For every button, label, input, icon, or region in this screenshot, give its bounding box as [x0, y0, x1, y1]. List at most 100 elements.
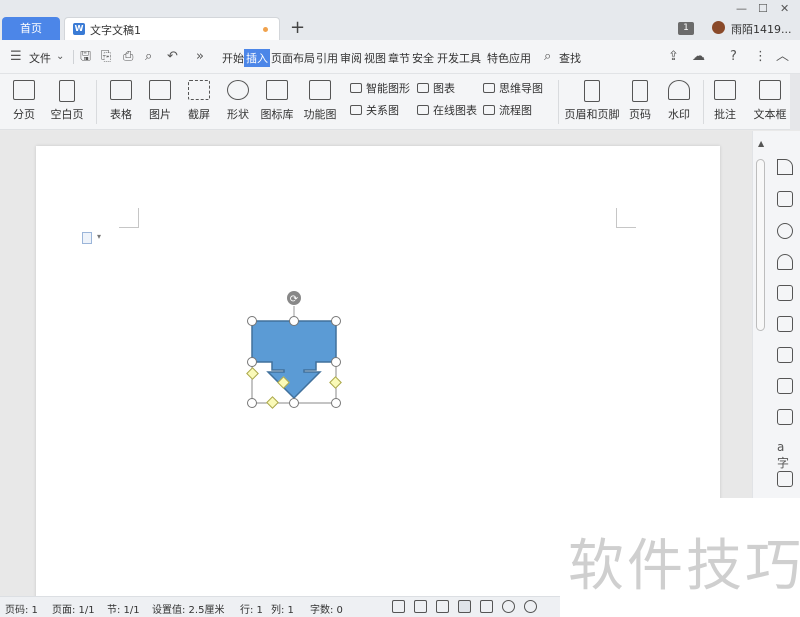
resize-handle-top-left[interactable]: [247, 316, 257, 326]
window-count-badge[interactable]: 1: [678, 22, 694, 35]
search-label[interactable]: 查找: [559, 50, 581, 66]
menu-chapter[interactable]: 章节: [388, 50, 410, 66]
avatar: [712, 21, 725, 34]
outline-view-icon[interactable]: [480, 600, 493, 613]
resize-handle-bottom[interactable]: [289, 398, 299, 408]
shapes-icon[interactable]: [777, 223, 793, 239]
textbox-icon: [759, 80, 781, 100]
menu-file[interactable]: 文件: [29, 50, 51, 66]
search-icon[interactable]: ⌕: [544, 49, 551, 65]
menu-security[interactable]: 安全: [412, 50, 434, 66]
down-arrow-callout[interactable]: [251, 320, 337, 400]
collapse-ribbon-icon[interactable]: ︿: [776, 49, 789, 65]
blank-page-button[interactable]: 空白页: [45, 78, 89, 126]
resize-handle-top[interactable]: [289, 316, 299, 326]
margin-corner-top-left: [119, 208, 139, 228]
resize-handle-right[interactable]: [331, 357, 341, 367]
margin-corner-top-right: [616, 208, 636, 228]
comment-button[interactable]: 批注: [703, 78, 747, 126]
resize-handle-left[interactable]: [247, 357, 257, 367]
paste-options-icon[interactable]: [82, 232, 92, 244]
status-word-count: 字数: 0: [310, 605, 343, 616]
menu-review[interactable]: 审阅: [340, 50, 362, 66]
share-icon[interactable]: ⇪: [668, 49, 679, 65]
translate-icon[interactable]: a字: [777, 440, 793, 470]
menu-developer[interactable]: 开发工具: [437, 50, 481, 66]
menu-references[interactable]: 引用: [316, 50, 338, 66]
print-icon[interactable]: ⎙: [123, 49, 133, 65]
function-chart-icon: [309, 80, 331, 100]
maximize-icon[interactable]: ☐: [758, 2, 768, 15]
fill-icon[interactable]: [777, 254, 793, 270]
picture-icon: [149, 80, 171, 100]
settings-sliders-icon[interactable]: [777, 347, 793, 363]
blank-page-icon: [59, 80, 75, 102]
pen-icon[interactable]: [777, 159, 793, 175]
close-icon[interactable]: ✕: [780, 2, 789, 15]
table-icon[interactable]: [777, 285, 793, 301]
resize-handle-bottom-right[interactable]: [331, 398, 341, 408]
smart-art-icon: [350, 83, 362, 93]
mind-map-button[interactable]: 思维导图: [483, 80, 543, 96]
user-name: 雨陌1419...: [731, 23, 792, 36]
hamburger-menu-icon[interactable]: ☰: [10, 49, 22, 65]
share-icon[interactable]: [777, 409, 793, 425]
more-icon[interactable]: ⋮: [754, 49, 767, 65]
resize-handle-bottom-left[interactable]: [247, 398, 257, 408]
resize-handle-top-right[interactable]: [331, 316, 341, 326]
page-break-icon: [13, 80, 35, 100]
online-chart-icon: [417, 105, 429, 115]
chevron-down-icon[interactable]: ▾: [97, 232, 101, 241]
picture-icon[interactable]: [777, 471, 793, 487]
menu-view[interactable]: 视图: [364, 50, 386, 66]
menu-page-layout[interactable]: 页面布局: [271, 50, 315, 66]
format-painter-icon[interactable]: ⎘: [101, 49, 111, 65]
fullscreen-icon[interactable]: [392, 600, 405, 613]
header-footer-button[interactable]: 页眉和页脚: [565, 78, 620, 126]
read-mode-icon[interactable]: [414, 600, 427, 613]
more-chevrons-icon[interactable]: »: [196, 49, 204, 65]
menu-start[interactable]: 开始: [222, 50, 244, 66]
chart-icon: [417, 83, 429, 93]
vertical-scrollbar[interactable]: [756, 159, 765, 331]
online-chart-button[interactable]: 在线图表: [417, 102, 477, 118]
page-view-icon[interactable]: [458, 600, 471, 613]
shape-icon: [227, 80, 249, 100]
watermark-button[interactable]: 水印: [657, 78, 701, 126]
smart-art-button[interactable]: 智能图形: [350, 80, 410, 96]
save-icon[interactable]: 🖫: [80, 49, 91, 65]
tab-home[interactable]: 首页: [2, 17, 60, 40]
new-tab-button[interactable]: +: [290, 18, 305, 38]
menu-insert[interactable]: 插入: [244, 49, 270, 67]
unsaved-dot-icon: [263, 27, 268, 32]
ribbon-scroll-right[interactable]: [790, 74, 800, 130]
header-footer-icon: [584, 80, 600, 102]
menu-features[interactable]: 特色应用: [487, 50, 531, 66]
watermark-icon: [668, 80, 690, 100]
status-column: 列: 1: [271, 605, 294, 616]
scroll-up-icon[interactable]: ▲: [758, 139, 764, 148]
edit-mode-icon[interactable]: [436, 600, 449, 613]
relation-chart-button[interactable]: 关系图: [350, 102, 399, 118]
undo-icon[interactable]: ↶: [167, 49, 178, 65]
chart-button[interactable]: 图表: [417, 80, 455, 96]
comment-icon: [714, 80, 736, 100]
eye-protection-icon[interactable]: [524, 600, 537, 613]
tab-document[interactable]: W 文字文稿1: [64, 17, 280, 40]
image-icon[interactable]: [777, 378, 793, 394]
help-icon[interactable]: ?: [730, 49, 737, 65]
textbox-button[interactable]: 文本框: [748, 78, 792, 126]
status-setting: 设置值: 2.5厘米: [152, 605, 225, 616]
select-arrow-icon[interactable]: [777, 191, 793, 207]
relation-icon: [350, 105, 362, 115]
minimize-icon[interactable]: —: [736, 2, 747, 15]
grid-icon[interactable]: [777, 316, 793, 332]
chevron-down-icon[interactable]: ⌄: [56, 49, 64, 65]
cloud-icon[interactable]: ☁: [692, 49, 705, 65]
window-controls: — ☐ ✕: [734, 2, 794, 16]
web-view-icon[interactable]: [502, 600, 515, 613]
flowchart-button[interactable]: 流程图: [483, 102, 532, 118]
print-preview-icon[interactable]: ⌕: [145, 49, 152, 65]
status-row: 行: 1: [240, 605, 263, 616]
function-chart-button[interactable]: 功能图: [298, 78, 342, 126]
